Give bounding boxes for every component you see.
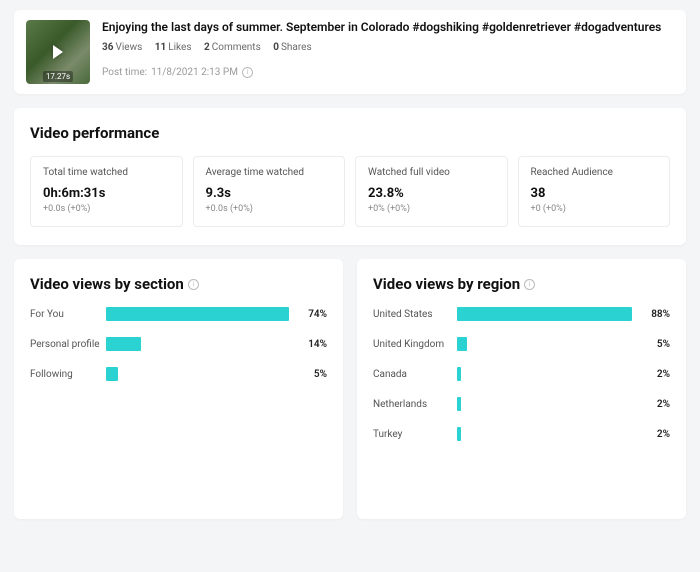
bar-name: United Kingdom (373, 339, 457, 350)
bar-row: Netherlands 2% (373, 397, 670, 411)
section-bars: For You 74% Personal profile 14% Following 5% (30, 307, 327, 381)
metric-label: Reached Audience (531, 167, 658, 178)
bar-track (457, 427, 632, 441)
bar-fill (457, 367, 461, 381)
metric-delta: +0.0s (+0%) (43, 204, 170, 214)
bar-percent: 88% (638, 309, 670, 320)
video-title: Enjoying the last days of summer. Septem… (102, 20, 674, 36)
metric-label: Average time watched (206, 167, 333, 178)
metric-delta: +0% (+0%) (368, 204, 495, 214)
bar-name: United States (373, 309, 457, 320)
bar-row: United States 88% (373, 307, 670, 321)
bar-percent: 5% (295, 369, 327, 380)
bar-track (106, 367, 289, 381)
info-icon[interactable]: i (188, 279, 199, 290)
bar-track (457, 397, 632, 411)
post-time-value: 11/8/2021 2:13 PM (151, 67, 238, 78)
metric-value: 23.8% (368, 186, 495, 201)
bar-row: Canada 2% (373, 367, 670, 381)
views-by-region-card: Video views by region i United States 88%… (357, 259, 686, 519)
charts-row: Video views by section i For You 74% Perso… (14, 259, 686, 533)
metric-reached-audience: Reached Audience 38 +0 (+0%) (518, 156, 671, 227)
bar-percent: 2% (638, 399, 670, 410)
likes-value: 11 (155, 42, 166, 53)
bar-track (457, 307, 632, 321)
bar-row: For You 74% (30, 307, 327, 321)
bar-fill (457, 307, 632, 321)
video-performance-card: Video performance Total time watched 0h:… (14, 108, 686, 245)
bar-percent: 2% (638, 429, 670, 440)
views-by-region-title-text: Video views by region (373, 275, 520, 293)
bar-name: Following (30, 369, 106, 380)
bar-name: Turkey (373, 429, 457, 440)
likes-label: Likes (168, 42, 191, 53)
metric-watched-full: Watched full video 23.8% +0% (+0%) (355, 156, 508, 227)
shares-value: 0 (273, 42, 279, 53)
bar-fill (106, 367, 118, 381)
post-time-label: Post time: (102, 67, 147, 78)
video-header-card: 17.27s Enjoying the last days of summer.… (14, 10, 686, 94)
bar-name: Personal profile (30, 339, 106, 350)
info-icon[interactable]: i (242, 67, 253, 78)
metric-label: Watched full video (368, 167, 495, 178)
region-bars: United States 88% United Kingdom 5% Canada 2%… (373, 307, 670, 441)
metric-delta: +0.0s (+0%) (206, 204, 333, 214)
bar-fill (457, 427, 461, 441)
bar-fill (106, 337, 141, 351)
metric-value: 38 (531, 186, 658, 201)
bar-fill (106, 307, 289, 321)
views-by-section-title: Video views by section i (30, 275, 327, 293)
views-value: 36 (102, 42, 113, 53)
comments-value: 2 (204, 42, 210, 53)
bar-name: Netherlands (373, 399, 457, 410)
comments-label: Comments (212, 42, 261, 53)
views-label: Views (115, 42, 142, 53)
video-header-body: Enjoying the last days of summer. Septem… (102, 20, 674, 84)
bar-name: For You (30, 309, 106, 320)
bar-track (457, 367, 632, 381)
shares-label: Shares (281, 42, 312, 53)
video-stats-row: 36Views 11Likes 2Comments 0Shares (102, 42, 674, 53)
bar-fill (457, 337, 467, 351)
post-time: Post time: 11/8/2021 2:13 PM i (102, 67, 674, 78)
bar-percent: 5% (638, 339, 670, 350)
views-by-section-card: Video views by section i For You 74% Perso… (14, 259, 343, 519)
metrics-grid: Total time watched 0h:6m:31s +0.0s (+0%)… (30, 156, 670, 227)
metric-average-time: Average time watched 9.3s +0.0s (+0%) (193, 156, 346, 227)
bar-name: Canada (373, 369, 457, 380)
video-thumbnail[interactable]: 17.27s (26, 20, 90, 84)
bar-track (106, 337, 289, 351)
bar-row: Turkey 2% (373, 427, 670, 441)
metric-delta: +0 (+0%) (531, 204, 658, 214)
performance-title: Video performance (30, 124, 670, 142)
views-by-region-title: Video views by region i (373, 275, 670, 293)
metric-value: 0h:6m:31s (43, 186, 170, 201)
bar-percent: 2% (638, 369, 670, 380)
bar-track (106, 307, 289, 321)
metric-total-time: Total time watched 0h:6m:31s +0.0s (+0%) (30, 156, 183, 227)
bar-row: Personal profile 14% (30, 337, 327, 351)
metric-value: 9.3s (206, 186, 333, 201)
bar-percent: 14% (295, 339, 327, 350)
bar-fill (457, 397, 461, 411)
info-icon[interactable]: i (524, 279, 535, 290)
metric-label: Total time watched (43, 167, 170, 178)
bar-percent: 74% (295, 309, 327, 320)
video-duration: 17.27s (43, 71, 73, 82)
bar-row: Following 5% (30, 367, 327, 381)
views-by-section-title-text: Video views by section (30, 275, 184, 293)
bar-row: United Kingdom 5% (373, 337, 670, 351)
bar-track (457, 337, 632, 351)
